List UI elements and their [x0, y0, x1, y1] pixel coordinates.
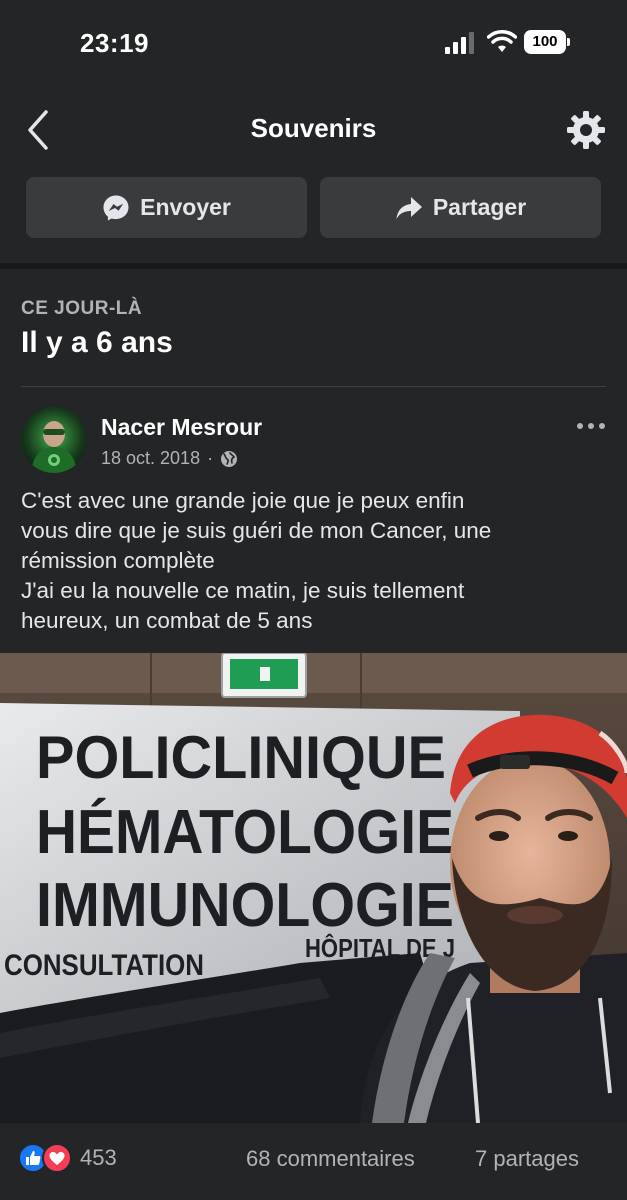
- section-divider: [0, 263, 627, 269]
- signal-icon: [445, 32, 474, 54]
- messenger-icon: [103, 195, 129, 220]
- globe-icon: [221, 450, 238, 467]
- sign-line: HÉMATOLOGIE: [36, 798, 454, 867]
- post-text-line: J'ai eu la nouvelle ce matin, je suis te…: [21, 578, 465, 603]
- sign-line: IMMUNOLOGIE: [36, 871, 454, 940]
- divider: [21, 386, 606, 387]
- post-text-line: C'est avec une grande joie que je peux e…: [21, 488, 465, 513]
- send-button-label: Envoyer: [140, 194, 231, 220]
- memory-kicker: CE JOUR-LÀ: [21, 298, 143, 319]
- post-text-line: rémission complète: [21, 548, 215, 573]
- share-button-label: Partager: [432, 194, 527, 220]
- send-button[interactable]: Envoyer: [26, 177, 307, 238]
- reactions-summary[interactable]: 453: [18, 1143, 117, 1173]
- sign-line: POLICLINIQUE: [36, 724, 446, 791]
- battery-icon: 100: [524, 30, 570, 54]
- share-arrow-icon: [396, 196, 422, 219]
- avatar-image: [21, 407, 87, 473]
- selfie-image: POLICLINIQUE HÉMATOLOGIE IMMUNOLOGIE CON…: [0, 653, 627, 1123]
- share-button[interactable]: Partager: [320, 177, 601, 238]
- shares-count[interactable]: 7 partages: [475, 1146, 579, 1172]
- post-text-line: heureux, un combat de 5 ans: [21, 608, 313, 633]
- post-date[interactable]: 18 oct. 2018: [101, 448, 200, 469]
- meta-separator: ·: [207, 448, 214, 468]
- avatar[interactable]: [21, 407, 87, 473]
- comments-count[interactable]: 68 commentaires: [246, 1146, 415, 1172]
- love-icon: [42, 1143, 72, 1173]
- page-title: Souvenirs: [250, 113, 377, 143]
- gear-icon: [567, 111, 605, 149]
- post-author[interactable]: Nacer Mesrour: [101, 414, 262, 441]
- wifi-icon: [487, 30, 517, 52]
- more-options-icon[interactable]: [575, 418, 607, 434]
- battery-level: 100: [524, 30, 566, 54]
- post-photo[interactable]: POLICLINIQUE HÉMATOLOGIE IMMUNOLOGIE CON…: [0, 653, 627, 1123]
- reaction-count: 453: [80, 1145, 117, 1170]
- settings-button[interactable]: [566, 110, 606, 150]
- post-meta: 18 oct. 2018 ·: [101, 448, 238, 469]
- post-text: C'est avec une grande joie que je peux e…: [21, 486, 611, 636]
- status-time: 23:19: [80, 28, 149, 58]
- post-text-line: vous dire que je suis guéri de mon Cance…: [21, 518, 492, 543]
- status-bar: 23:19 100: [0, 0, 627, 90]
- sign-consultation: CONSULTATION: [4, 949, 204, 982]
- memory-title: Il y a 6 ans: [21, 326, 173, 359]
